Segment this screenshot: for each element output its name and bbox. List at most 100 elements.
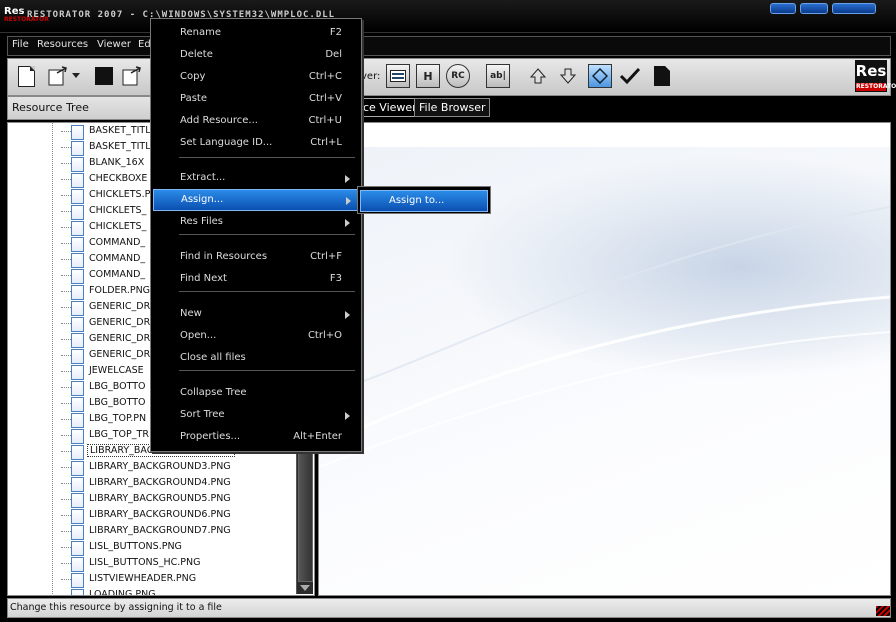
menu-item-label: Find Next: [180, 273, 227, 284]
tree-connector: [61, 131, 71, 132]
move-down-button[interactable]: [556, 64, 580, 88]
menu-item-label: Properties...: [180, 431, 241, 442]
menu-item-label: Sort Tree: [180, 409, 225, 420]
tree-item-label: BASKET_TITL: [89, 125, 151, 136]
tab-file-browser[interactable]: File Browser: [414, 98, 491, 117]
menu-item-close-all-files[interactable]: Close all files: [153, 348, 359, 368]
file-icon: [71, 125, 84, 140]
menu-resources[interactable]: Resources: [37, 39, 88, 50]
app-logo-text: Res: [4, 6, 25, 17]
tree-connector: [61, 387, 71, 388]
tree-item-label: CHICKLETS.P: [89, 189, 151, 200]
file-icon: [71, 285, 84, 300]
title-bar: Res RESTORATOR RESTORATOR 2007 - C:\WIND…: [0, 0, 896, 33]
tree-item-label: CHICKLETS_: [89, 205, 147, 216]
move-up-button[interactable]: [526, 64, 550, 88]
tree-item-label: CHECKBOXE: [89, 173, 148, 184]
check-button[interactable]: [618, 64, 642, 88]
file-icon: [71, 141, 84, 156]
tree-item-label: LIBRARY_BACKGROUND7.PNG: [89, 525, 231, 536]
open-button[interactable]: [46, 64, 70, 88]
file-icon: [71, 253, 84, 268]
menu-file[interactable]: File: [12, 39, 29, 50]
viewer-button[interactable]: [386, 64, 410, 88]
menu-item-assign-to[interactable]: Assign to...: [360, 190, 488, 212]
open-folder-icon: [122, 66, 141, 86]
tree-connector: [61, 579, 71, 580]
tree-connector: [61, 163, 71, 164]
menu-edit[interactable]: Ed: [138, 39, 151, 50]
menu-item-copy[interactable]: Copy Ctrl+C: [153, 67, 359, 87]
file-icon: [71, 525, 84, 540]
menu-item-find-in-resources[interactable]: Find in Resources Ctrl+F: [153, 247, 359, 267]
file-icon: [71, 349, 84, 364]
new-icon: [17, 65, 35, 87]
app-logo-subtext: RESTORATOR: [4, 16, 49, 23]
assign-submenu: Assign to...: [357, 186, 491, 214]
tree-item-label: LIBRARY_BACKGROUND4.PNG: [89, 477, 231, 488]
menu-viewer[interactable]: Viewer: [97, 39, 131, 50]
resize-grip[interactable]: [876, 606, 890, 616]
tree-connector: [61, 451, 71, 452]
hex-icon: H: [416, 64, 440, 88]
down-arrow-icon: [559, 68, 577, 84]
maximize-button[interactable]: [800, 3, 828, 14]
new-button[interactable]: [14, 64, 38, 88]
file-icon: [71, 589, 84, 595]
tree-connector: [61, 195, 71, 196]
page-icon: [654, 66, 670, 86]
tree-connector: [61, 323, 71, 324]
tree-item-label: COMMAND_: [89, 237, 146, 248]
tree-guide-line: [52, 122, 53, 594]
menu-item-new[interactable]: New: [153, 304, 359, 324]
scroll-down-arrow-icon[interactable]: [300, 585, 310, 591]
open-folder-button[interactable]: [120, 64, 144, 88]
res-logo: Res RESTORATOR: [855, 60, 896, 92]
menu-item-rename[interactable]: Rename F2: [153, 23, 359, 43]
tree-connector: [61, 595, 71, 596]
menu-separator: [179, 291, 355, 292]
minimize-button[interactable]: [770, 3, 796, 14]
file-icon: [71, 317, 84, 332]
tree-connector: [61, 515, 71, 516]
menu-item-collapse-tree[interactable]: Collapse Tree: [153, 383, 359, 403]
menu-item-sort-tree[interactable]: Sort Tree: [153, 405, 359, 425]
status-text: Change this resource by assigning it to …: [10, 602, 222, 613]
open-icon: [48, 66, 67, 86]
file-icon: [71, 237, 84, 252]
menu-item-open[interactable]: Open... Ctrl+O: [153, 326, 359, 346]
tree-connector: [61, 563, 71, 564]
menu-item-paste[interactable]: Paste Ctrl+V: [153, 89, 359, 109]
menu-item-find-next[interactable]: Find Next F3: [153, 269, 359, 289]
file-icon: [71, 413, 84, 428]
tree-connector: [61, 243, 71, 244]
menu-item-delete[interactable]: Delete Del: [153, 45, 359, 65]
file-icon: [71, 365, 84, 380]
tree-item-label: GENERIC_DR: [89, 317, 151, 328]
page-button[interactable]: [650, 64, 674, 88]
rc-button[interactable]: RC: [446, 64, 470, 88]
file-icon: [71, 557, 84, 572]
close-button[interactable]: [832, 3, 876, 14]
menu-item-extract[interactable]: Extract...: [153, 168, 359, 188]
menu-item-res-files[interactable]: Res Files: [153, 212, 359, 232]
tree-item-label: LBG_TOP_TR: [89, 429, 149, 440]
tree-connector: [61, 531, 71, 532]
tree-item-label: LIBRARY_BACKGROUND5.PNG: [89, 493, 231, 504]
tree-connector: [61, 467, 71, 468]
dropdown-arrow-icon: [72, 73, 80, 78]
center-button[interactable]: [588, 64, 612, 88]
tree-item-label: COMMAND_: [89, 269, 146, 280]
viewer-tabs: ce Viewer File Browser: [318, 96, 889, 118]
black-square-button[interactable]: [92, 64, 116, 88]
submenu-arrow-icon: [345, 219, 350, 227]
menu-item-properties[interactable]: Properties... Alt+Enter: [153, 427, 359, 447]
tab-resource-viewer[interactable]: ce Viewer: [358, 98, 422, 117]
hex-button[interactable]: H: [416, 64, 440, 88]
ab-button[interactable]: ab|: [486, 64, 510, 88]
open-dropdown[interactable]: [70, 64, 82, 88]
menu-item-assign[interactable]: Assign...: [153, 189, 361, 211]
tree-connector: [61, 339, 71, 340]
menu-item-add-resource[interactable]: Add Resource... Ctrl+U: [153, 111, 359, 131]
menu-item-set-language-id[interactable]: Set Language ID... Ctrl+L: [153, 133, 359, 153]
